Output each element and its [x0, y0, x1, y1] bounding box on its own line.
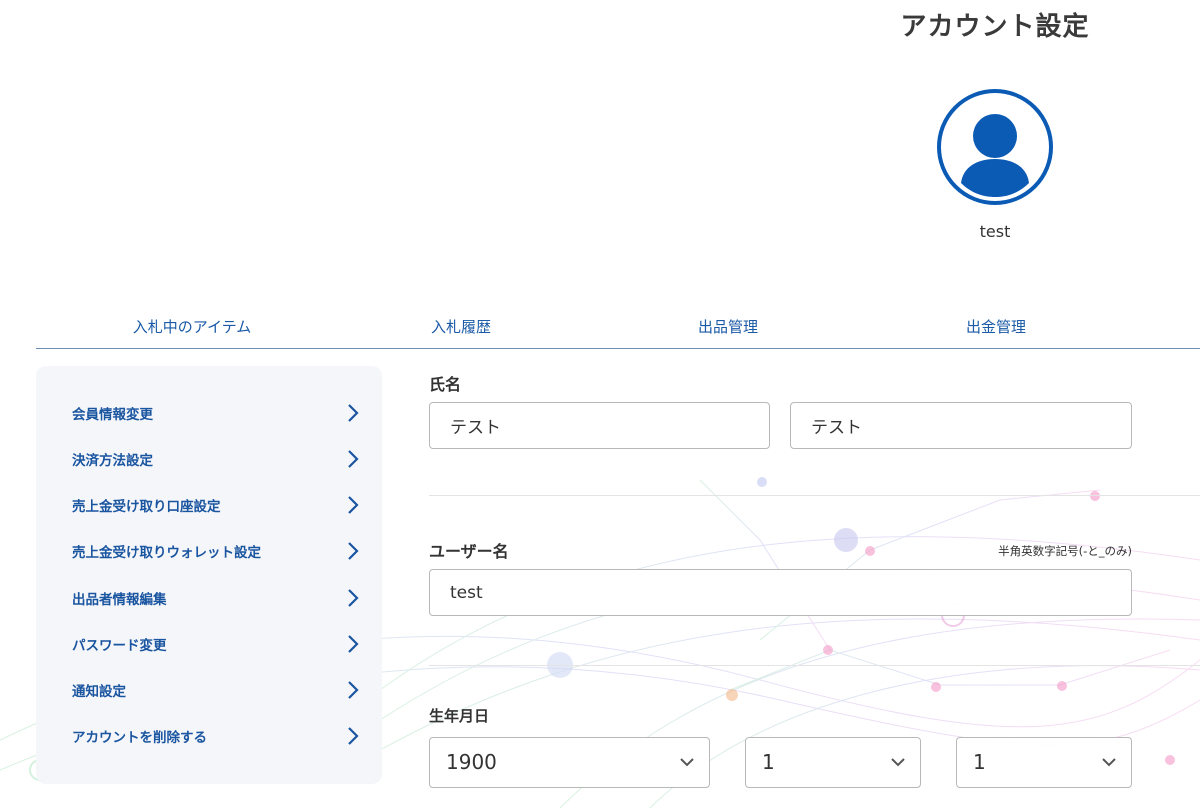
name-label: 氏名	[429, 375, 462, 394]
settings-sidebar: 会員情報変更 決済方法設定 売上金受け取り口座設定 売上金受け取りウォレット設定…	[36, 366, 382, 784]
sidebar-item-bank-account[interactable]: 売上金受け取り口座設定	[36, 485, 382, 525]
sidebar-item-label: 売上金受け取り口座設定	[72, 499, 221, 515]
sidebar-item-delete-account[interactable]: アカウントを削除する	[36, 716, 382, 756]
sidebar-item-label: アカウントを削除する	[72, 730, 207, 746]
chevron-down-icon	[891, 758, 905, 767]
birth-month-select[interactable]: 1	[745, 737, 921, 788]
tab-bid-history[interactable]: 入札履歴	[431, 316, 491, 337]
section-divider	[429, 665, 1200, 666]
chevron-down-icon	[680, 758, 694, 767]
sidebar-item-label: パスワード変更	[72, 638, 167, 654]
chevron-right-icon	[348, 589, 359, 607]
sidebar-item-notifications[interactable]: 通知設定	[36, 670, 382, 710]
last-name-field[interactable]	[429, 402, 770, 449]
birthday-label: 生年月日	[429, 707, 490, 725]
chevron-right-icon	[348, 496, 359, 514]
tab-bidding-items[interactable]: 入札中のアイテム	[133, 316, 252, 337]
username-hint: 半角英数字記号(-と_のみ)	[998, 544, 1132, 558]
username-field[interactable]	[429, 569, 1132, 616]
sidebar-item-payment-method[interactable]: 決済方法設定	[36, 439, 382, 479]
chevron-right-icon	[348, 542, 359, 560]
tab-listing-management[interactable]: 出品管理	[698, 316, 758, 337]
birth-year-value: 1900	[446, 750, 497, 774]
chevron-right-icon	[348, 635, 359, 653]
sidebar-item-label: 通知設定	[72, 684, 126, 700]
sidebar-item-label: 会員情報変更	[72, 407, 153, 423]
chevron-right-icon	[348, 681, 359, 699]
sidebar-item-password[interactable]: パスワード変更	[36, 624, 382, 664]
page-title: アカウント設定	[900, 12, 1090, 42]
sidebar-item-label: 出品者情報編集	[72, 592, 167, 608]
sidebar-item-label: 売上金受け取りウォレット設定	[72, 545, 261, 561]
birth-day-select[interactable]: 1	[956, 737, 1132, 788]
account-tabs: 入札中のアイテム 入札履歴 出品管理 出金管理	[36, 300, 1200, 349]
sidebar-item-wallet[interactable]: 売上金受け取りウォレット設定	[36, 531, 382, 571]
tab-withdrawal-management[interactable]: 出金管理	[966, 316, 1026, 337]
section-divider	[429, 495, 1200, 496]
username-label: ユーザー名	[429, 542, 509, 561]
sidebar-item-seller-info[interactable]: 出品者情報編集	[36, 578, 382, 618]
birth-year-select[interactable]: 1900	[429, 737, 710, 788]
profile-username: test	[979, 222, 1011, 241]
user-icon	[961, 114, 1029, 197]
first-name-field[interactable]	[790, 402, 1132, 449]
sidebar-item-label: 決済方法設定	[72, 453, 153, 469]
chevron-down-icon	[1102, 758, 1116, 767]
sidebar-item-member-info[interactable]: 会員情報変更	[36, 393, 382, 433]
birth-month-value: 1	[762, 750, 775, 774]
birth-day-value: 1	[973, 750, 986, 774]
chevron-right-icon	[348, 450, 359, 468]
chevron-right-icon	[348, 404, 359, 422]
chevron-right-icon	[348, 727, 359, 745]
avatar[interactable]	[937, 89, 1053, 205]
